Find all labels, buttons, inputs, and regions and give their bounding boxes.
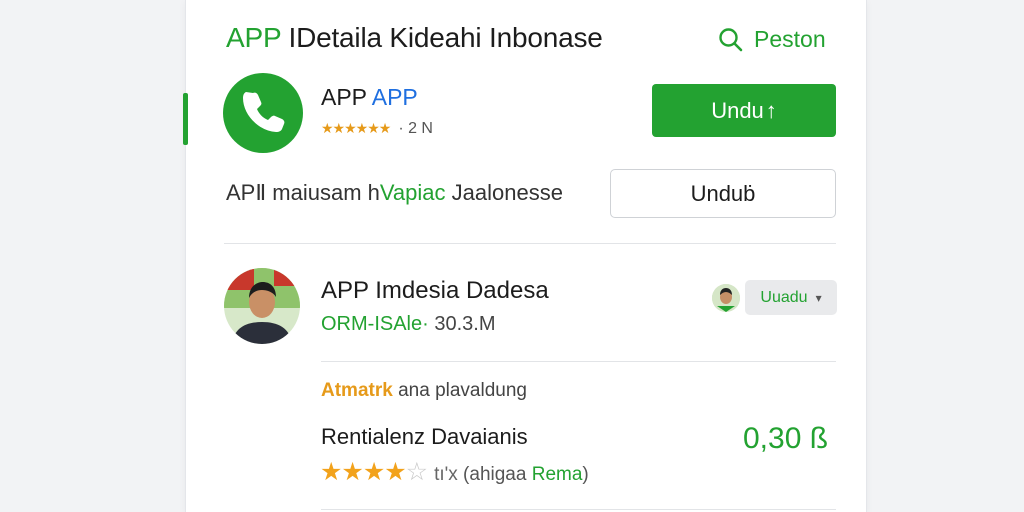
divider [224, 243, 836, 244]
page-title: APP IDetaila Kideahi Inbonase [226, 22, 603, 53]
rating-meta: · 2 N [398, 120, 433, 137]
developer-meta: ORM-ISAle· 30.3.M [321, 313, 496, 335]
price-value: 0,30 ß [743, 422, 829, 455]
chevron-down-icon: ▾ [815, 290, 822, 305]
app-rating: ★★★★★★ · 2 N [321, 120, 433, 138]
download-dropdown[interactable]: Uuadu ▾ [745, 280, 837, 315]
search-label: Peston [754, 26, 826, 52]
filled-stars: ★★★★ [320, 458, 407, 486]
divider [321, 361, 836, 362]
rating-stars: ★★★★★★ [321, 120, 391, 136]
review-rating: ★★★★☆ tı'x (ahigaa Rema) [320, 458, 589, 486]
review-title: Rentialenz Davaianis [321, 424, 528, 449]
dropdown-label: Uuadu [760, 288, 808, 306]
phone-icon [239, 87, 287, 140]
app-description: APⅡ maiusam hVapiac Jaalonesse [226, 180, 563, 205]
review-summary: Atmatrk ana plavaldung [321, 380, 527, 401]
app-name: APP APP [321, 84, 418, 110]
divider [321, 509, 836, 510]
install-button[interactable]: Undu ↑ [652, 84, 836, 137]
secondary-download-button[interactable]: Unduḃ [610, 169, 836, 218]
search-icon [718, 27, 744, 53]
app-icon[interactable] [223, 73, 303, 153]
install-label: Undu [711, 97, 764, 123]
developer-name: APP Imdesia Dadesa [321, 277, 549, 304]
search-button[interactable]: Peston [718, 26, 826, 53]
empty-star: ☆ [405, 458, 429, 486]
arrow-up-icon: ↑ [765, 97, 777, 123]
user-avatar[interactable] [712, 284, 740, 312]
developer-avatar[interactable] [224, 268, 300, 344]
selection-indicator [183, 93, 188, 145]
